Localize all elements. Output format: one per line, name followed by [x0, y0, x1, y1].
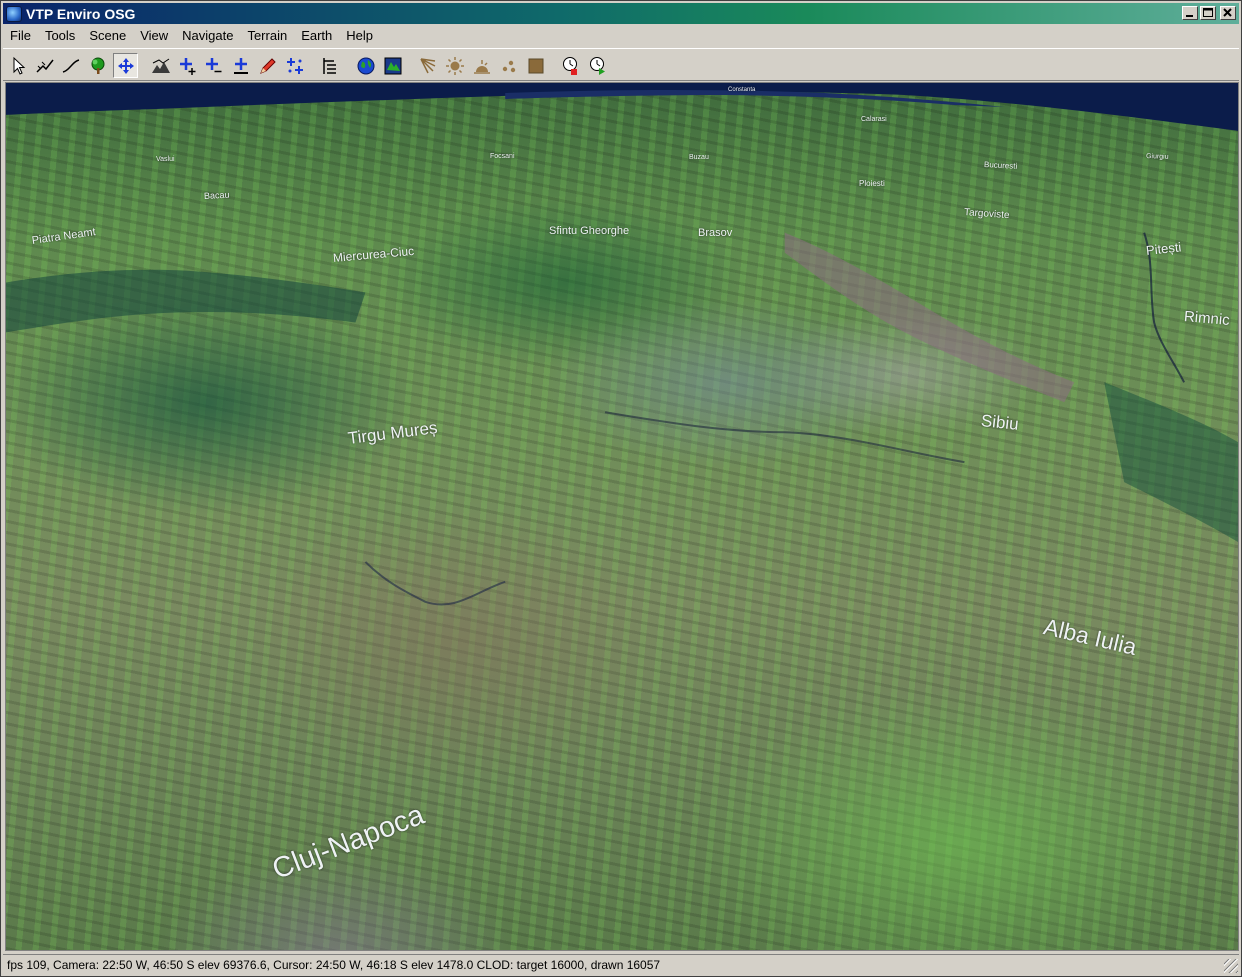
- label-sibiu: Sibiu: [980, 411, 1020, 434]
- close-icon: [1223, 8, 1232, 17]
- terrain-horizon: [6, 83, 1238, 606]
- nav-add-icon: [179, 57, 195, 75]
- nav-elevate-icon: [233, 57, 248, 74]
- light-rays-icon: [419, 57, 435, 73]
- terrain-3d-view[interactable]: Constanta Calarasi Giurgiu Vaslui Focsan…: [5, 82, 1239, 951]
- move-icon: [117, 57, 134, 74]
- light-rays-button[interactable]: [415, 53, 440, 78]
- label-calarasi: Calarasi: [861, 116, 887, 123]
- window-title: VTP Enviro OSG: [26, 5, 136, 22]
- clock-play-button[interactable]: [585, 53, 610, 78]
- draw-line-icon: [62, 58, 79, 73]
- app-window: VTP Enviro OSG File Tools Scene View Nav…: [0, 0, 1242, 977]
- tree-icon: [91, 57, 104, 74]
- earth-map-button[interactable]: [380, 53, 405, 78]
- pencil-button[interactable]: [255, 53, 280, 78]
- nav-multi-icon: [286, 57, 303, 74]
- sun-button[interactable]: [442, 53, 467, 78]
- globe-icon: [357, 57, 374, 74]
- layers-icon: [322, 57, 336, 74]
- layers-button[interactable]: [317, 53, 342, 78]
- draw-line-button[interactable]: [58, 53, 83, 78]
- close-button[interactable]: [1220, 6, 1236, 20]
- dots-icon: [502, 60, 515, 72]
- label-ploiesti: Ploiesti: [859, 179, 885, 188]
- menu-bar: File Tools Scene View Navigate Terrain E…: [3, 25, 1239, 47]
- clock-stop-button[interactable]: [558, 53, 583, 78]
- square-icon: [528, 58, 543, 73]
- terrain-view-icon: [151, 58, 170, 73]
- select-tool-button[interactable]: [6, 53, 31, 78]
- label-buzau: Buzau: [689, 154, 709, 161]
- dots-button[interactable]: [496, 53, 521, 78]
- select-arrow-icon: [13, 56, 25, 75]
- status-bar: fps 109, Camera: 22:50 W, 46:50 S elev 6…: [3, 954, 1239, 974]
- move-tool-button[interactable]: [113, 53, 138, 78]
- plant-tree-button[interactable]: [85, 53, 110, 78]
- maximize-button[interactable]: [1200, 6, 1216, 20]
- label-bucuresti: Bucuresti: [983, 160, 1018, 171]
- resize-grip[interactable]: [1224, 959, 1238, 973]
- sunset-icon: [473, 59, 490, 74]
- menu-view[interactable]: View: [133, 26, 175, 46]
- clock-play-icon: [589, 56, 605, 75]
- menu-file[interactable]: File: [3, 26, 38, 46]
- menu-scene[interactable]: Scene: [82, 26, 133, 46]
- toolbar: [3, 48, 1239, 81]
- nav-remove-icon: [205, 57, 221, 72]
- sunset-button[interactable]: [469, 53, 494, 78]
- menu-help[interactable]: Help: [339, 26, 380, 46]
- nav-multi-button[interactable]: [282, 53, 307, 78]
- label-vaslui: Vaslui: [156, 156, 175, 163]
- square-button[interactable]: [523, 53, 548, 78]
- nav-remove-button[interactable]: [201, 53, 226, 78]
- menu-earth[interactable]: Earth: [294, 26, 339, 46]
- label-constanta: Constanta: [728, 87, 756, 93]
- minimize-icon: [1186, 15, 1193, 17]
- terrain-view-button[interactable]: [148, 53, 173, 78]
- minimize-button[interactable]: [1182, 6, 1198, 20]
- label-sfintu-gheorghe: Sfintu Gheorghe: [549, 225, 630, 237]
- globe-button[interactable]: [353, 53, 378, 78]
- earth-map-icon: [384, 57, 401, 74]
- label-bacau: Bacau: [203, 189, 230, 201]
- label-focsani: Focsani: [490, 153, 515, 160]
- measure-path-icon: [35, 59, 54, 73]
- pencil-icon: [259, 57, 276, 74]
- menu-navigate[interactable]: Navigate: [175, 26, 240, 46]
- menu-terrain[interactable]: Terrain: [240, 26, 294, 46]
- sun-icon: [445, 56, 464, 75]
- status-text: fps 109, Camera: 22:50 W, 46:50 S elev 6…: [7, 957, 661, 972]
- nav-add-button[interactable]: [175, 53, 200, 78]
- label-brasov: Brasov: [698, 227, 733, 239]
- maximize-icon: [1203, 8, 1213, 17]
- clock-stop-icon: [562, 56, 577, 75]
- nav-elevate-button[interactable]: [228, 53, 253, 78]
- label-giurgiu: Giurgiu: [1145, 153, 1169, 161]
- title-bar[interactable]: VTP Enviro OSG: [3, 3, 1239, 24]
- app-globe-icon[interactable]: [6, 5, 22, 22]
- measure-path-button[interactable]: [32, 53, 57, 78]
- menu-tools[interactable]: Tools: [38, 26, 82, 46]
- window-controls: [1182, 6, 1236, 20]
